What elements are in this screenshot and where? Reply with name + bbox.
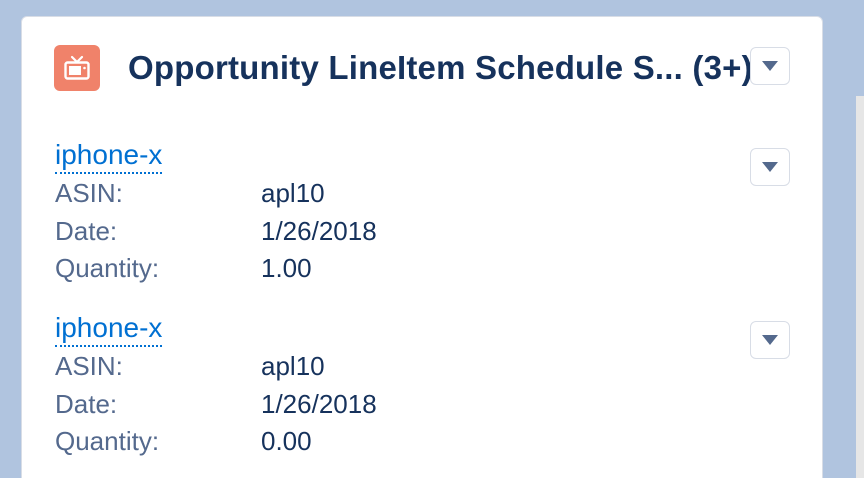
related-list-card: Opportunity LineItem Schedule S... (3+) … bbox=[21, 16, 823, 478]
record-menu-button[interactable] bbox=[750, 148, 790, 186]
field-label: Date: bbox=[55, 389, 118, 419]
record-link[interactable]: iphone-x bbox=[55, 311, 163, 347]
tv-icon bbox=[54, 45, 100, 91]
page: Opportunity LineItem Schedule S... (3+) … bbox=[0, 0, 864, 478]
field-value: apl10 bbox=[261, 178, 325, 208]
field-value: apl10 bbox=[261, 351, 325, 381]
card-title[interactable]: Opportunity LineItem Schedule S... (3+) bbox=[128, 49, 753, 87]
field-value: 1/26/2018 bbox=[261, 389, 377, 419]
card-header: Opportunity LineItem Schedule S... (3+) bbox=[22, 17, 822, 117]
record-link[interactable]: iphone-x bbox=[55, 138, 163, 174]
chevron-down-icon bbox=[762, 162, 778, 172]
field-value: 1/26/2018 bbox=[261, 216, 377, 246]
field-label: ASIN: bbox=[55, 178, 123, 208]
chevron-down-icon bbox=[762, 335, 778, 345]
field-label: Quantity: bbox=[55, 426, 160, 456]
field-label: Date: bbox=[55, 216, 118, 246]
chevron-down-icon bbox=[762, 61, 778, 71]
field-label: Quantity: bbox=[55, 253, 160, 283]
field-value: 1.00 bbox=[261, 253, 312, 283]
record-menu-button[interactable] bbox=[750, 321, 790, 359]
header-menu-button[interactable] bbox=[750, 47, 790, 85]
field-label: ASIN: bbox=[55, 351, 123, 381]
page-scrollbar[interactable] bbox=[856, 96, 864, 478]
field-value: 0.00 bbox=[261, 426, 312, 456]
